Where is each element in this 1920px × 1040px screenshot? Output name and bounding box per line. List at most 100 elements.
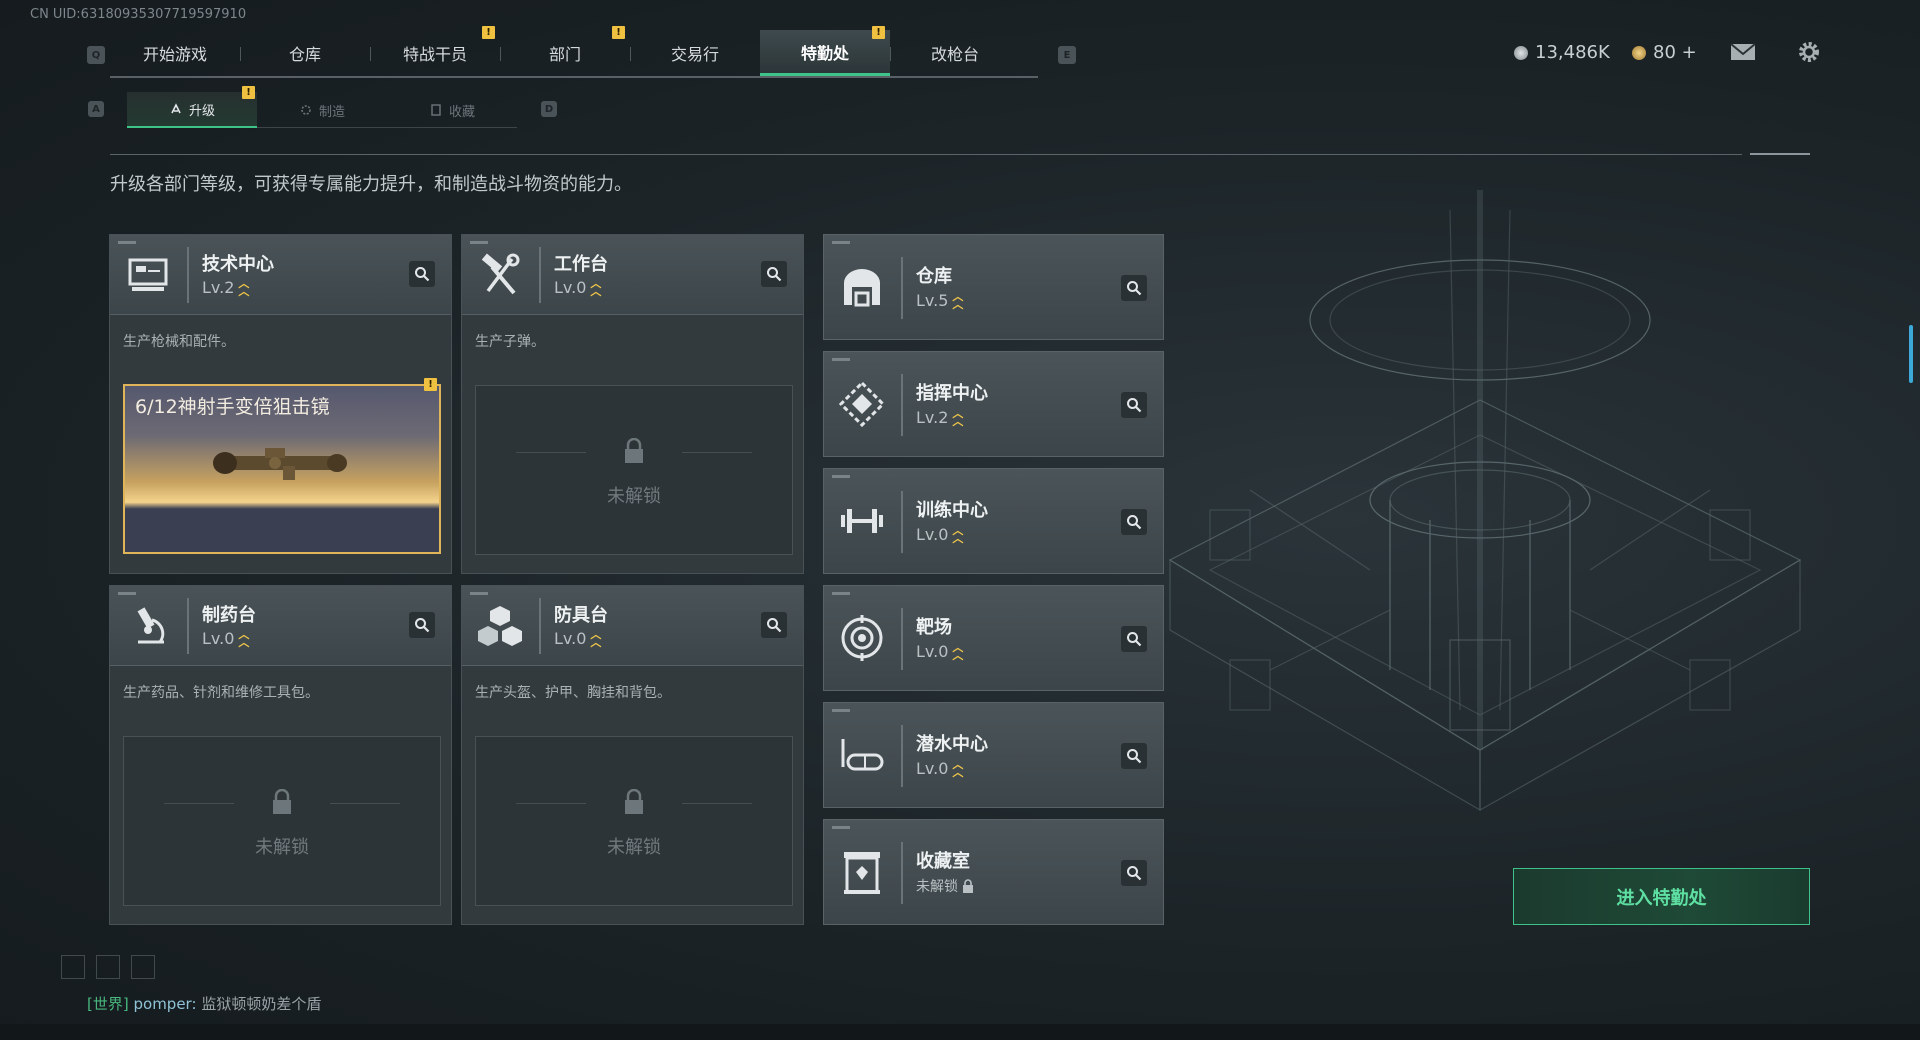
card-tag-mark (832, 358, 850, 361)
section-divider (110, 154, 1742, 155)
department-title: 靶场 (916, 617, 952, 638)
next-tab-key-hint[interactable]: E (1058, 46, 1076, 64)
goggles-icon (841, 739, 884, 771)
lock-line (516, 452, 586, 453)
search-icon[interactable] (1121, 626, 1147, 652)
facility-card-tech-center[interactable]: 技术中心 Lv.2 ︿ ︿ 生产枪械和配件。 6/12神射手变倍狙击镜 ! (109, 234, 452, 574)
world-chat-line[interactable]: [世界] pomper: 监狱顿顿奶差个盾 (87, 993, 321, 1014)
level-text: Lv.2 (202, 278, 235, 297)
tab-start-game[interactable]: 开始游戏 (110, 30, 240, 76)
department-title: 收藏室 (916, 851, 970, 872)
tab-department[interactable]: 部门! (500, 26, 630, 76)
search-icon[interactable] (761, 261, 787, 287)
search-icon[interactable] (1121, 509, 1147, 535)
header-divider (539, 247, 541, 303)
facility-level: Lv.0 ︿ ︿ (202, 629, 249, 649)
department-card-shooting-range[interactable]: 靶场 Lv.0 ︿ ︿ (823, 585, 1164, 691)
header-divider (901, 725, 903, 787)
search-icon[interactable] (1121, 860, 1147, 886)
card-header: 技术中心 Lv.2 ︿ ︿ (110, 235, 451, 315)
tab-label: 交易行 (670, 45, 719, 64)
department-card-command-center[interactable]: 指挥中心 Lv.2 ︿ ︿ (823, 351, 1164, 457)
chat-message: 监狱顿顿奶差个盾 (201, 995, 322, 1013)
department-level: Lv.2 ︿ ︿ (916, 408, 963, 428)
upgrade-icon (171, 103, 181, 114)
department-card-warehouse[interactable]: 仓库 Lv.5 ︿ ︿ (823, 234, 1164, 340)
level-text: Lv.0 (202, 629, 235, 648)
lock-icon (273, 789, 291, 814)
department-card-collection-room[interactable]: 收藏室 未解锁 (823, 819, 1164, 925)
tab-special-ops[interactable]: 特勤处! (760, 26, 890, 76)
scroll-indicator[interactable] (1909, 325, 1913, 383)
card-tag-mark (832, 241, 850, 244)
prev-tab-key-hint[interactable]: Q (87, 46, 105, 64)
facility-card-armor-bench[interactable]: 防具台 Lv.0 ︿ ︿ 生产头盔、护甲、胸挂和背包。 未解锁 (461, 585, 804, 925)
sub-nav: 升级 ! 制造 收藏 (127, 86, 517, 128)
alert-badge: ! (482, 26, 495, 39)
department-title: 潜水中心 (916, 734, 988, 755)
subtab-craft[interactable]: 制造 (257, 92, 387, 128)
facility-description: 生产枪械和配件。 (123, 334, 235, 350)
target-icon (841, 615, 883, 661)
card-tag-mark (470, 241, 488, 244)
subtab-label: 制造 (318, 104, 345, 120)
level-text: Lv.0 (554, 629, 587, 648)
user-uid: CN UID:63180935307719597910 (30, 7, 247, 22)
department-card-diving-center[interactable]: 潜水中心 Lv.0 ︿ ︿ (823, 702, 1164, 808)
locked-text: 未解锁 (607, 486, 661, 507)
subtab-label: 升级 (188, 103, 215, 119)
currency-primary-value: 13,486K (1535, 42, 1610, 63)
facility-level: Lv.2 ︿ ︿ (202, 276, 250, 298)
next-subtab-key-hint[interactable]: D (541, 101, 557, 117)
department-title: 训练中心 (916, 500, 988, 521)
tab-warehouse[interactable]: 仓库 (240, 30, 370, 76)
level-up-chevron-icon: ︿ ︿ (590, 627, 602, 649)
card-header: 制药台 Lv.0 ︿ ︿ (110, 586, 451, 666)
quick-slot[interactable] (131, 955, 155, 979)
search-icon[interactable] (1121, 392, 1147, 418)
lock-icon (625, 789, 643, 814)
tab-gunsmith[interactable]: 改枪台 (890, 30, 1020, 76)
facility-card-workbench[interactable]: 工作台 Lv.0 ︿ ︿ 生产子弹。 未解锁 (461, 234, 804, 574)
locked-text: 未解锁 (255, 837, 309, 858)
search-icon[interactable] (761, 612, 787, 638)
facility-title: 工作台 (554, 254, 608, 275)
search-icon[interactable] (409, 612, 435, 638)
department-level: Lv.0 ︿ ︿ (916, 642, 963, 662)
gear-icon[interactable] (1794, 38, 1824, 66)
department-level: Lv.0 ︿ ︿ (916, 525, 963, 545)
locked-text: 未解锁 (607, 837, 661, 858)
level-up-chevron-icon: ︿ ︿ (238, 276, 250, 298)
tab-label: 改枪台 (930, 45, 979, 64)
currency-secondary-value: 80 + (1653, 42, 1697, 63)
search-icon[interactable] (1121, 275, 1147, 301)
production-item-slot[interactable]: 6/12神射手变倍狙击镜 (123, 384, 441, 554)
subtab-upgrade[interactable]: 升级 ! (127, 86, 257, 128)
card-tag-mark (832, 475, 850, 478)
chat-channel: [世界] (87, 995, 129, 1013)
level-text: Lv.0 (916, 525, 949, 544)
department-card-training-center[interactable]: 训练中心 Lv.0 ︿ ︿ (823, 468, 1164, 574)
currency-secondary[interactable]: 80 + (1632, 42, 1697, 63)
department-title: 指挥中心 (916, 383, 988, 404)
tab-operators[interactable]: 特战干员! (370, 26, 500, 76)
enter-special-ops-button[interactable]: 进入特勤处 (1513, 868, 1810, 925)
alert-badge: ! (424, 378, 437, 391)
quick-slot[interactable] (96, 955, 120, 979)
department-level: Lv.0 ︿ ︿ (916, 759, 963, 779)
tab-trading[interactable]: 交易行 (630, 30, 760, 76)
microscope-icon (137, 607, 165, 644)
tab-label: 特勤处 (800, 43, 849, 63)
subtab-collection[interactable]: 收藏 (387, 92, 517, 128)
prev-subtab-key-hint[interactable]: A (88, 101, 104, 117)
department-level: Lv.5 ︿ ︿ (916, 291, 963, 311)
mail-icon[interactable] (1728, 38, 1758, 66)
tab-label: 特战干员 (402, 45, 467, 64)
locked-slot: 未解锁 (475, 736, 793, 906)
tab-label: 部门 (548, 45, 581, 64)
quick-slot[interactable] (61, 955, 85, 979)
search-icon[interactable] (409, 261, 435, 287)
card-header: 防具台 Lv.0 ︿ ︿ (462, 586, 803, 666)
facility-card-pharmacy[interactable]: 制药台 Lv.0 ︿ ︿ 生产药品、针剂和维修工具包。 未解锁 (109, 585, 452, 925)
search-icon[interactable] (1121, 743, 1147, 769)
